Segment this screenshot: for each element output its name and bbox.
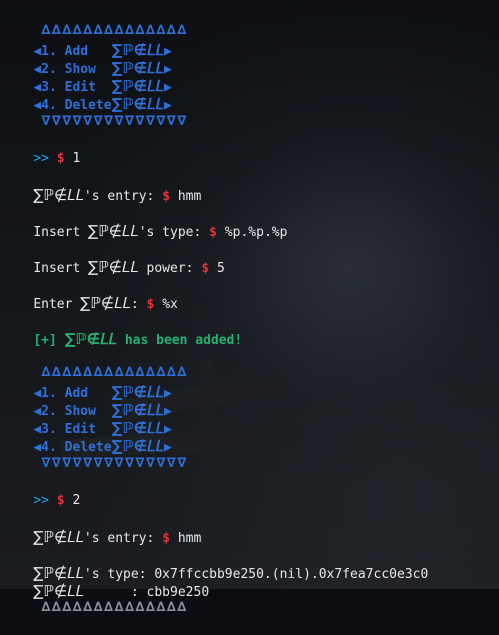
menu-top-border-3: ∆∆∆∆∆∆∆∆∆∆∆∆∆∆ xyxy=(41,600,188,615)
terminal[interactable]: ∆∆∆∆∆∆∆∆∆∆∆∆∆∆ ◀1. Add ∑ℙ∉𝐿𝐿▶ ◀2. Show ∑… xyxy=(2,0,499,615)
